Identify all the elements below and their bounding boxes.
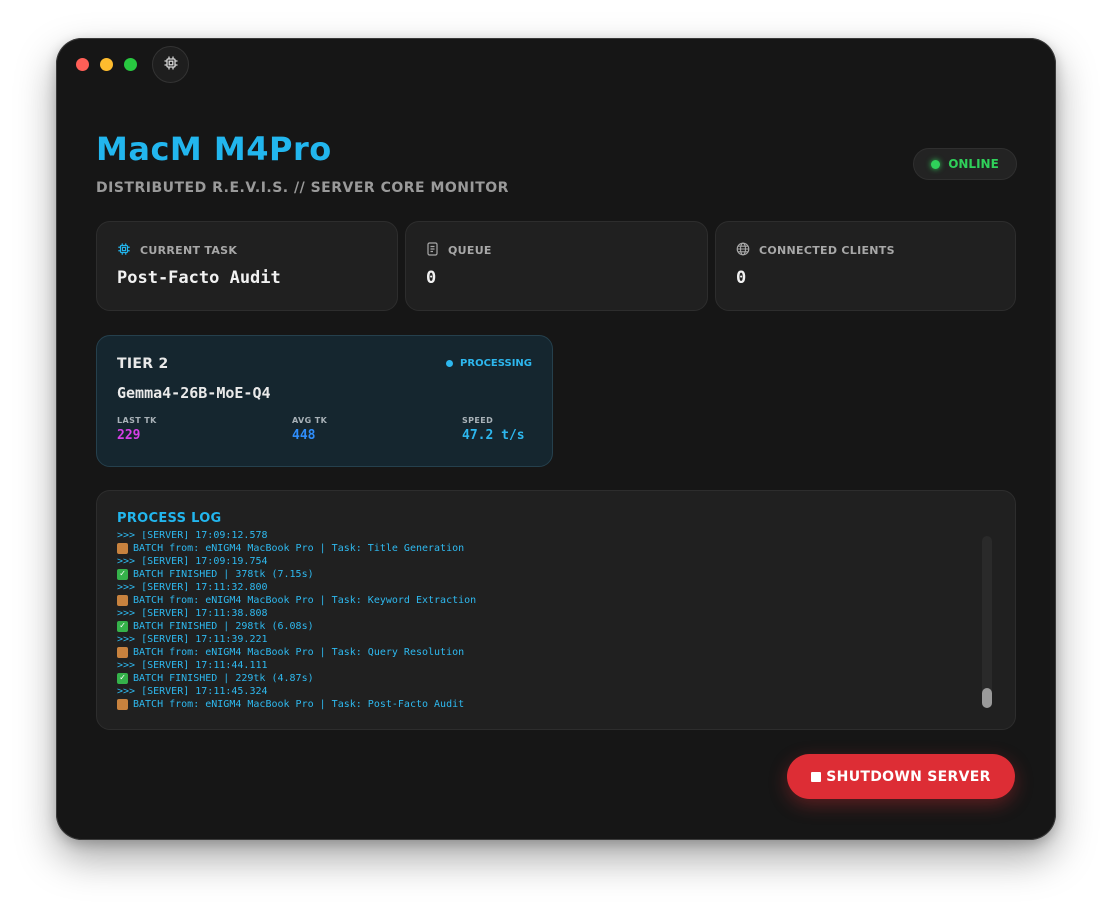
last-tk-label: LAST TK: [117, 416, 157, 425]
document-icon: [426, 242, 439, 259]
connected-clients-card: CONNECTED CLIENTS 0: [715, 221, 1016, 311]
log-scrollbar-thumb[interactable]: [982, 688, 992, 708]
log-line-text: >>> [SERVER] 17:09:19.754: [117, 556, 268, 567]
check-icon: ✓: [117, 621, 128, 632]
zoom-window-button[interactable]: [124, 58, 137, 71]
log-line: >>> [SERVER] 17:11:38.808: [117, 607, 967, 620]
status-label: ONLINE: [948, 157, 999, 171]
tier-title: TIER 2: [117, 356, 169, 372]
tier-status-label: PROCESSING: [460, 358, 532, 369]
package-icon: [117, 647, 128, 658]
last-tk-value: 229: [117, 428, 141, 443]
minimize-window-button[interactable]: [100, 58, 113, 71]
shutdown-server-label: SHUTDOWN SERVER: [826, 768, 991, 785]
window-controls: [76, 58, 137, 71]
log-scrollbar[interactable]: [982, 536, 992, 708]
process-log-output[interactable]: >>> [SERVER] 17:09:12.578 BATCH from: eNI…: [117, 531, 967, 711]
log-line-text: BATCH FINISHED | 378tk (7.15s): [133, 569, 314, 580]
current-task-label: CURRENT TASK: [140, 244, 238, 257]
log-line-text: BATCH from: eNIGM4 MacBook Pro | Task: Q…: [133, 647, 465, 658]
shutdown-server-button[interactable]: SHUTDOWN SERVER: [787, 754, 1015, 799]
log-line-text: BATCH from: eNIGM4 MacBook Pro | Task: P…: [133, 699, 465, 710]
log-line: >>> [SERVER] 17:11:39.221: [117, 633, 967, 646]
page-title: MacM M4Pro: [96, 130, 332, 168]
cpu-icon: [117, 242, 131, 259]
package-icon: [117, 595, 128, 606]
log-line-text: >>> [SERVER] 17:11:44.111: [117, 660, 268, 671]
speed-label: SPEED: [462, 416, 494, 425]
last-tk-metric: LAST TK 229: [117, 416, 157, 443]
close-window-button[interactable]: [76, 58, 89, 71]
cpu-icon: [163, 55, 179, 75]
log-line: ✓ BATCH FINISHED | 229tk (4.87s): [117, 672, 967, 685]
connected-clients-label: CONNECTED CLIENTS: [759, 244, 895, 257]
page-subtitle: DISTRIBUTED R.E.V.I.S. // SERVER CORE MO…: [96, 180, 509, 196]
check-icon: ✓: [117, 569, 128, 580]
avg-tk-metric: AVG TK 448: [292, 416, 327, 443]
process-log-panel: PROCESS LOG >>> [SERVER] 17:09:12.578 BAT…: [96, 490, 1016, 730]
tier-card: TIER 2 PROCESSING Gemma4-26B-MoE-Q4 LAST…: [96, 335, 553, 467]
log-line: BATCH from: eNIGM4 MacBook Pro | Task: K…: [117, 594, 967, 607]
log-line: BATCH from: eNIGM4 MacBook Pro | Task: T…: [117, 542, 967, 555]
server-status-badge: ONLINE: [913, 148, 1017, 180]
model-name: Gemma4-26B-MoE-Q4: [117, 384, 271, 402]
log-line: BATCH from: eNIGM4 MacBook Pro | Task: P…: [117, 698, 967, 711]
queue-card: QUEUE 0: [405, 221, 708, 311]
log-line: >>> [SERVER] 17:09:19.754: [117, 555, 967, 568]
log-line: >>> [SERVER] 17:11:44.111: [117, 659, 967, 672]
log-line-text: >>> [SERVER] 17:11:32.800: [117, 582, 268, 593]
status-indicator-dot: [931, 159, 941, 169]
log-lines: >>> [SERVER] 17:09:12.578 BATCH from: eNI…: [117, 531, 967, 711]
log-line: >>> [SERVER] 17:11:32.800: [117, 581, 967, 594]
speed-metric: SPEED 47.2 t/s: [462, 416, 525, 443]
current-task-card: CURRENT TASK Post-Facto Audit: [96, 221, 398, 311]
app-cpu-button[interactable]: [152, 46, 189, 83]
avg-tk-value: 448: [292, 428, 316, 443]
process-log-title: PROCESS LOG: [117, 511, 222, 526]
current-task-value: Post-Facto Audit: [117, 268, 281, 288]
log-line-text: >>> [SERVER] 17:11:45.324: [117, 686, 268, 697]
log-line-text: BATCH FINISHED | 229tk (4.87s): [133, 673, 314, 684]
log-line: BATCH from: eNIGM4 MacBook Pro | Task: Q…: [117, 646, 967, 659]
queue-value: 0: [426, 268, 437, 288]
log-line-text: >>> [SERVER] 17:09:12.578: [117, 531, 268, 541]
log-line-text: BATCH from: eNIGM4 MacBook Pro | Task: T…: [133, 543, 465, 554]
connected-clients-value: 0: [736, 268, 747, 288]
tier-status-badge: PROCESSING: [446, 358, 532, 369]
log-line-text: BATCH FINISHED | 298tk (6.08s): [133, 621, 314, 632]
avg-tk-label: AVG TK: [292, 416, 328, 425]
log-line: >>> [SERVER] 17:09:12.578: [117, 531, 967, 542]
package-icon: [117, 699, 128, 710]
queue-label: QUEUE: [448, 244, 492, 257]
log-line: ✓ BATCH FINISHED | 298tk (6.08s): [117, 620, 967, 633]
stop-icon: [811, 771, 822, 782]
log-line: ✓ BATCH FINISHED | 378tk (7.15s): [117, 568, 967, 581]
log-line-text: BATCH from: eNIGM4 MacBook Pro | Task: K…: [133, 595, 477, 606]
log-line-text: >>> [SERVER] 17:11:38.808: [117, 608, 268, 619]
app-window: MacM M4Pro DISTRIBUTED R.E.V.I.S. // SER…: [56, 38, 1056, 840]
processing-dot: [446, 360, 454, 367]
package-icon: [117, 543, 128, 554]
check-icon: ✓: [117, 673, 128, 684]
log-line: >>> [SERVER] 17:11:45.324: [117, 685, 967, 698]
log-line-text: >>> [SERVER] 17:11:39.221: [117, 634, 268, 645]
speed-value: 47.2 t/s: [462, 428, 525, 443]
globe-icon: [736, 242, 750, 259]
